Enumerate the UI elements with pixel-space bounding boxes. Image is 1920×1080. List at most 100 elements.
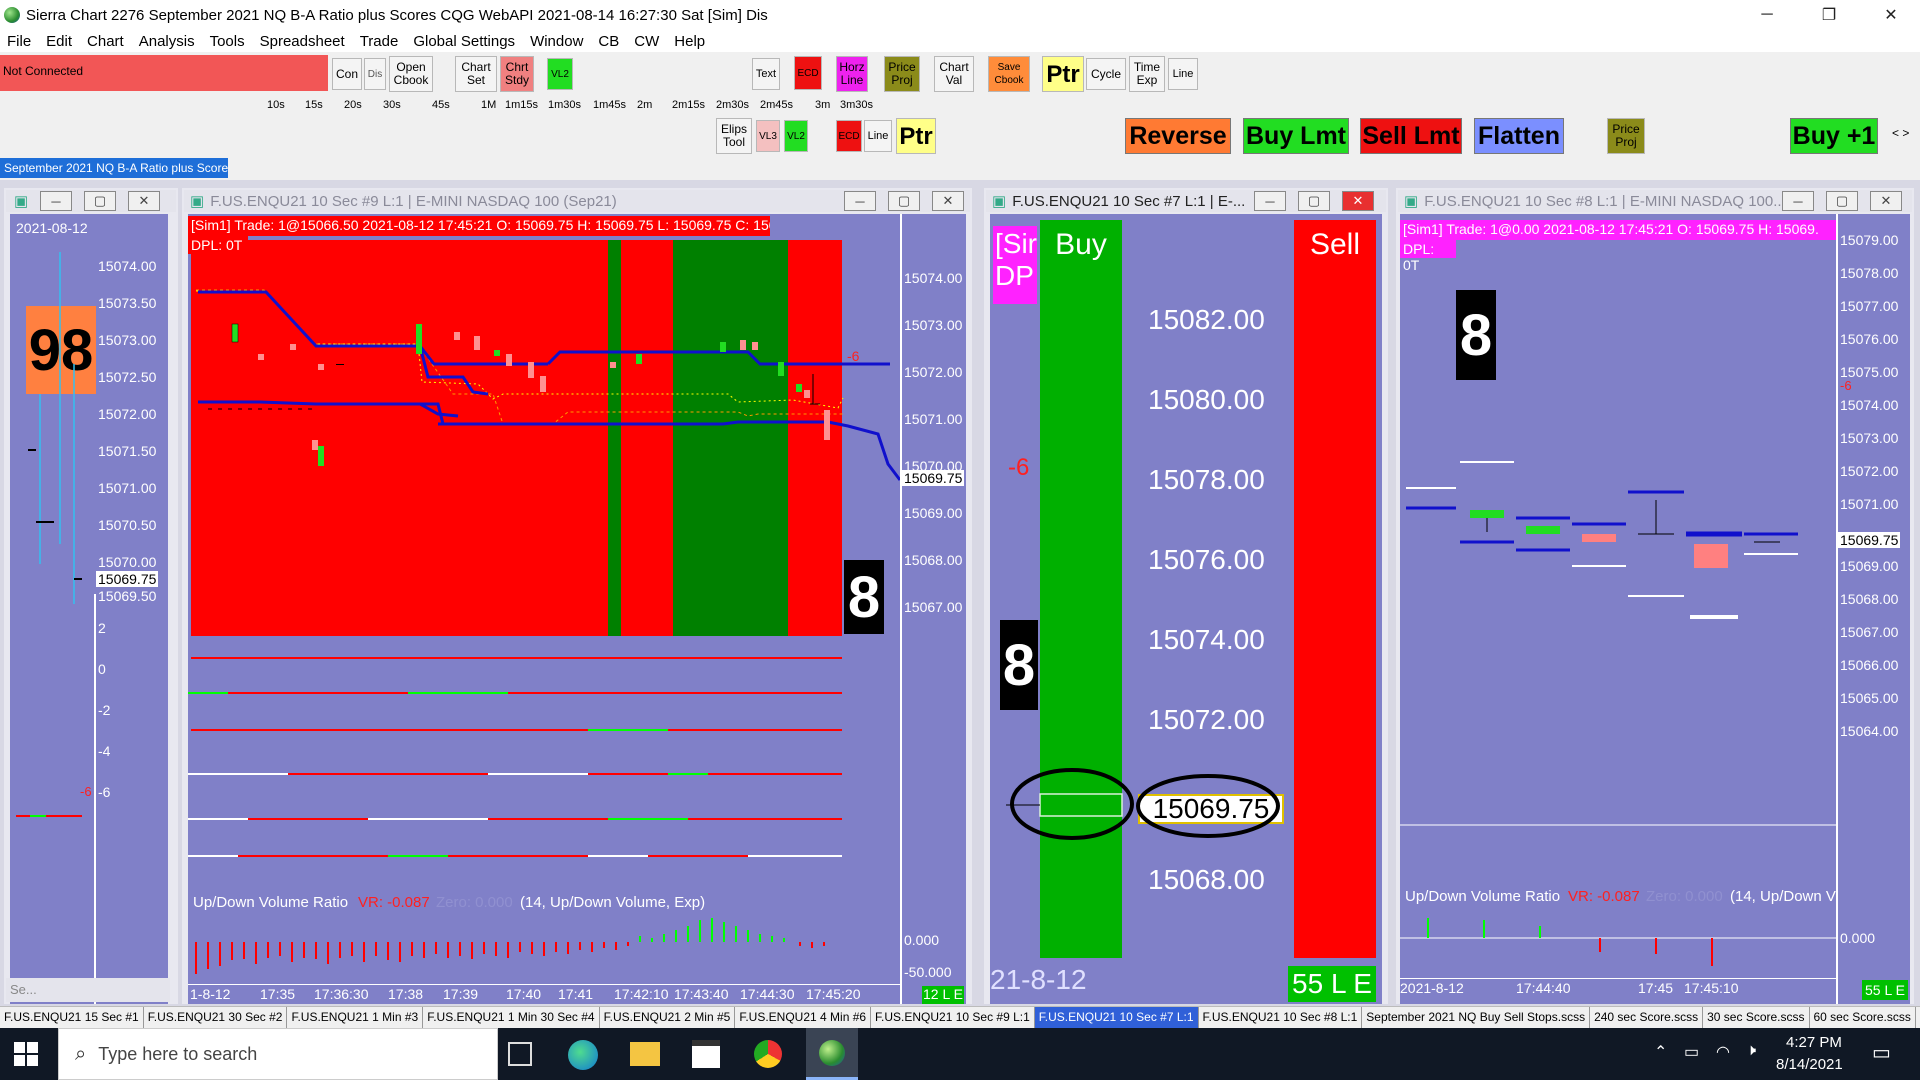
tab-chart-7[interactable]: F.US.ENQU21 10 Sec #7 L:1 — [1034, 1007, 1199, 1028]
menu-global-settings[interactable]: Global Settings — [406, 33, 523, 50]
price-projection-button[interactable]: Price Proj — [884, 56, 920, 92]
interval-2m15s[interactable]: 2m15s — [672, 97, 705, 113]
tab-chart-8[interactable]: F.US.ENQU21 10 Sec #8 L:1 — [1199, 1007, 1363, 1028]
vl3-button[interactable]: VL3 — [756, 120, 780, 152]
pane2-close[interactable]: ✕ — [932, 191, 964, 211]
tab-chart-5[interactable]: F.US.ENQU21 2 Min #5 — [600, 1007, 736, 1028]
pane1-close[interactable]: ✕ — [128, 191, 160, 211]
chart-settings-button[interactable]: Chart Set — [455, 56, 497, 92]
menu-window[interactable]: Window — [523, 33, 591, 50]
interval-15s[interactable]: 15s — [305, 97, 323, 113]
line-tool-button[interactable]: Line — [1168, 58, 1198, 90]
menu-file[interactable]: File — [0, 33, 39, 50]
tab-buy-sell-stops[interactable]: September 2021 NQ Buy Sell Stops.scss — [1362, 1007, 1591, 1028]
taskbar-date[interactable]: 8/14/2021 — [1776, 1056, 1843, 1073]
interval-30s[interactable]: 30s — [383, 97, 401, 113]
vl2-trade-button[interactable]: VL2 — [784, 120, 808, 152]
tab-chart-6[interactable]: F.US.ENQU21 4 Min #6 — [735, 1007, 872, 1028]
interval-2m45s[interactable]: 2m45s — [760, 97, 793, 113]
maximize-button[interactable]: ❐ — [1800, 0, 1858, 30]
pane2-minimize[interactable]: ─ — [844, 191, 876, 211]
store-icon[interactable] — [692, 1040, 720, 1068]
ellipse-tool-button[interactable]: Elips Tool — [716, 118, 752, 154]
tab-chart-9[interactable]: F.US.ENQU21 10 Sec #9 L:1 — [871, 1007, 1035, 1028]
interval-3m[interactable]: 3m — [815, 97, 830, 113]
toolbar-scroll-arrows[interactable]: < > — [1892, 126, 1909, 140]
tray-chevron-icon[interactable]: ⌃ — [1654, 1042, 1667, 1062]
menu-edit[interactable]: Edit — [39, 33, 80, 50]
line-trade-button[interactable]: Line — [864, 120, 892, 152]
chartbook-tab[interactable]: September 2021 NQ B-A Ratio plus Scores — [0, 158, 228, 178]
tab-60-sec-score[interactable]: 60 sec Score.scss — [1810, 1007, 1916, 1028]
interval-1m30s[interactable]: 1m30s — [548, 97, 581, 113]
pointer-button[interactable]: Ptr — [1042, 56, 1084, 92]
pane4-chart[interactable]: [Sim1] Trade: 1@0.00 2021-08-12 17:45:21… — [1400, 214, 1910, 1004]
pane1-chart[interactable]: 2021-08-12 98 15074.00 15073.50 15073.00… — [10, 214, 168, 1004]
reverse-button[interactable]: Reverse — [1125, 118, 1231, 154]
interval-1m15s[interactable]: 1m15s — [505, 97, 538, 113]
vl2-button[interactable]: VL2 — [547, 58, 573, 90]
horizontal-line-button[interactable]: Horz Line — [836, 56, 868, 92]
sell-limit-button[interactable]: Sell Lmt — [1360, 118, 1462, 154]
menu-cw[interactable]: CW — [627, 33, 667, 50]
tab-chart-4[interactable]: F.US.ENQU21 1 Min 30 Sec #4 — [423, 1007, 600, 1028]
menu-tools[interactable]: Tools — [203, 33, 253, 50]
volume-icon[interactable]: 🕨 — [1746, 1042, 1756, 1060]
pointer-trade-button[interactable]: Ptr — [896, 118, 936, 154]
minimize-button[interactable]: ─ — [1738, 0, 1796, 30]
task-view-icon[interactable] — [508, 1042, 532, 1066]
menu-cb[interactable]: CB — [591, 33, 627, 50]
ecd-trade-button[interactable]: ECD — [836, 120, 862, 152]
windows-start-icon[interactable] — [14, 1042, 38, 1066]
interval-45s[interactable]: 45s — [432, 97, 450, 113]
pane1-minimize[interactable]: ─ — [40, 191, 72, 211]
wifi-icon[interactable]: ◠ — [1716, 1042, 1730, 1062]
pane3-close[interactable]: ✕ — [1342, 191, 1374, 211]
open-chartbook-button[interactable]: Open Cbook — [389, 56, 433, 92]
save-chartbook-button[interactable]: Save Cbook — [988, 56, 1030, 92]
price-projection-trade-button[interactable]: Price Proj — [1607, 118, 1645, 154]
pane2-chart[interactable]: [Sim1] Trade: 1@15066.50 2021-08-12 17:4… — [188, 214, 966, 1004]
buy-limit-button[interactable]: Buy Lmt — [1243, 118, 1349, 154]
connect-button[interactable]: Con — [332, 58, 362, 90]
chart-studies-button[interactable]: Chrt Stdy — [500, 56, 534, 92]
tab-chart-3[interactable]: F.US.ENQU21 1 Min #3 — [287, 1007, 424, 1028]
pane2-maximize[interactable]: ▢ — [888, 191, 920, 211]
pane3-dom[interactable]: [Sir DP Buy Sell 15082.00 15080.00 15078… — [990, 214, 1382, 1004]
interval-10s[interactable]: 10s — [267, 97, 285, 113]
close-button[interactable]: ✕ — [1862, 0, 1920, 30]
tab-chart-1[interactable]: F.US.ENQU21 15 Sec #1 — [0, 1007, 144, 1028]
interval-1m45s[interactable]: 1m45s — [593, 97, 626, 113]
battery-icon[interactable]: ▭ — [1684, 1042, 1699, 1062]
pane4-maximize[interactable]: ▢ — [1826, 191, 1858, 211]
taskbar-time[interactable]: 4:27 PM — [1786, 1034, 1842, 1051]
interval-3m30s[interactable]: 3m30s — [840, 97, 873, 113]
notification-icon[interactable]: ▭ — [1872, 1040, 1891, 1065]
tab-chart-2[interactable]: F.US.ENQU21 30 Sec #2 — [144, 1007, 288, 1028]
menu-analysis[interactable]: Analysis — [132, 33, 203, 50]
interval-2m[interactable]: 2m — [637, 97, 652, 113]
pane4-close[interactable]: ✕ — [1870, 191, 1902, 211]
pane1-maximize[interactable]: ▢ — [84, 191, 116, 211]
pane3-maximize[interactable]: ▢ — [1298, 191, 1330, 211]
menu-spreadsheet[interactable]: Spreadsheet — [253, 33, 353, 50]
menu-trade[interactable]: Trade — [353, 33, 407, 50]
tab-30-sec-score[interactable]: 30 sec Score.scss — [1703, 1007, 1810, 1028]
time-expansion-button[interactable]: Time Exp — [1129, 56, 1165, 92]
chart-values-button[interactable]: Chart Val — [934, 56, 974, 92]
cycle-button[interactable]: Cycle — [1086, 58, 1126, 90]
taskbar-search-box[interactable]: ⌕ Type here to search — [58, 1028, 498, 1080]
sierra-chart-taskbar-item[interactable] — [806, 1028, 858, 1080]
pane3-minimize[interactable]: ─ — [1254, 191, 1286, 211]
tab-240-sec-score[interactable]: 240 sec Score.scss — [1590, 1007, 1704, 1028]
disconnect-button[interactable]: Dis — [364, 58, 386, 90]
pane4-minimize[interactable]: ─ — [1782, 191, 1814, 211]
interval-2m30s[interactable]: 2m30s — [716, 97, 749, 113]
text-tool-button[interactable]: Text — [752, 58, 780, 90]
interval-20s[interactable]: 20s — [344, 97, 362, 113]
ecd-button[interactable]: ECD — [794, 56, 822, 90]
chrome-icon[interactable] — [754, 1040, 782, 1068]
file-explorer-icon[interactable] — [630, 1042, 660, 1066]
edge-icon[interactable] — [568, 1040, 598, 1070]
buy-plus-one-button[interactable]: Buy +1 — [1790, 118, 1878, 154]
